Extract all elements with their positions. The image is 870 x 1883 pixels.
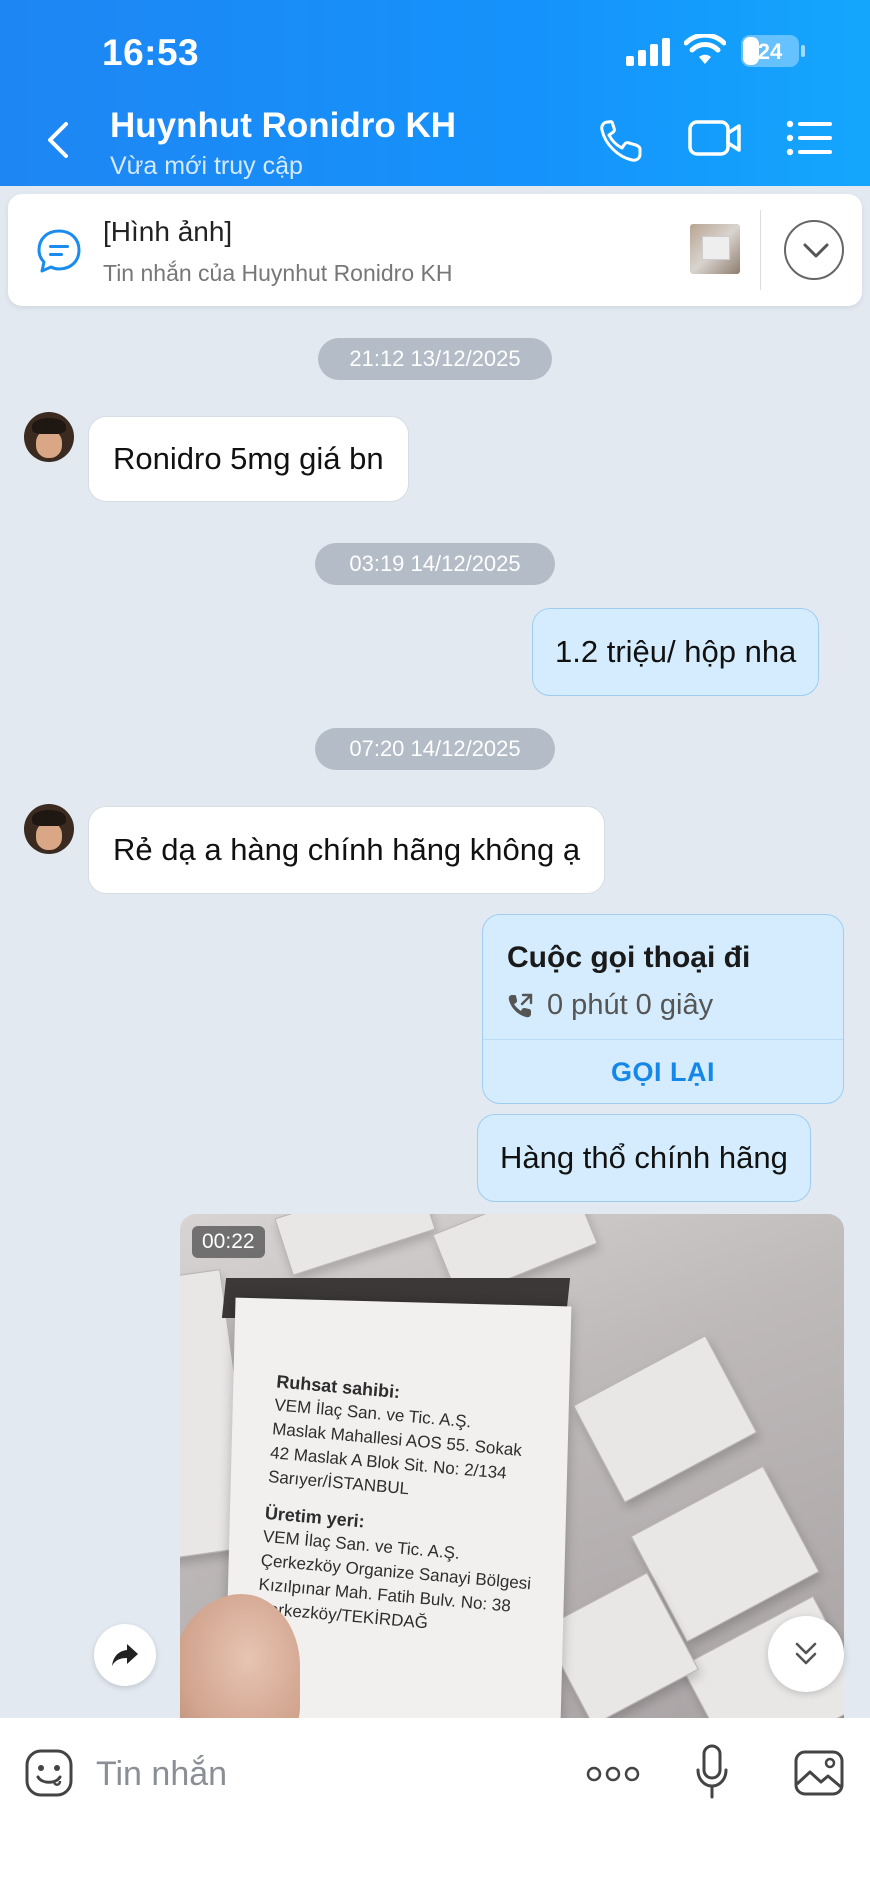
status-bar: 16:53 24 (0, 0, 870, 100)
outgoing-message[interactable]: Hàng thổ chính hãng (477, 1114, 811, 1202)
chat-header: 16:53 24 Huynhut Ronidro KH Vừa mới truy… (0, 0, 870, 186)
gallery-icon[interactable] (794, 1750, 844, 1796)
outgoing-call-icon (508, 993, 533, 1017)
video-frame-label: Ruhsat sahibi: VEM İlaç San. ve Tic. A.Ş… (255, 1371, 532, 1633)
avatar[interactable] (24, 412, 74, 462)
forward-icon (112, 1644, 138, 1666)
emoji-icon[interactable] (24, 1748, 74, 1798)
microphone-icon[interactable] (696, 1744, 728, 1800)
contact-status: Vừa mới truy cập (110, 152, 303, 180)
pinned-thumbnail[interactable] (690, 224, 740, 274)
message-input[interactable] (96, 1746, 556, 1802)
forward-button[interactable] (94, 1624, 156, 1686)
message-input-bar (0, 1718, 870, 1883)
chat-bubble-icon (37, 229, 81, 273)
date-separator: 07:20 14/12/2025 (315, 728, 555, 770)
call-back-button[interactable]: GỌI LẠI (483, 1039, 843, 1103)
signal-icon (626, 38, 670, 66)
double-chevron-down-icon (795, 1642, 817, 1665)
expand-button[interactable] (784, 220, 844, 280)
more-icon[interactable] (586, 1762, 640, 1786)
battery-level: 24 (758, 39, 783, 64)
battery-icon: 24 (741, 35, 805, 67)
call-card[interactable]: Cuộc gọi thoại đi 0 phút 0 giây GỌI LẠI (482, 914, 844, 1104)
scroll-to-bottom-button[interactable] (768, 1616, 844, 1692)
divider (760, 210, 761, 290)
pinned-title: [Hình ảnh] (103, 216, 233, 247)
menu-icon[interactable] (786, 118, 832, 158)
contact-name[interactable]: Huynhut Ronidro KH (110, 106, 456, 146)
avatar[interactable] (24, 804, 74, 854)
pinned-subtitle: Tin nhắn của Huynhut Ronidro KH (103, 260, 453, 286)
video-call-icon[interactable] (688, 118, 742, 158)
pinned-message[interactable]: [Hình ảnh] Tin nhắn của Huynhut Ronidro … (8, 194, 862, 306)
date-separator: 21:12 13/12/2025 (318, 338, 552, 380)
call-duration: 0 phút 0 giây (547, 989, 714, 1021)
video-message[interactable]: Ruhsat sahibi: VEM İlaç San. ve Tic. A.Ş… (180, 1214, 844, 1718)
video-frame-box (274, 1214, 436, 1276)
back-icon[interactable] (44, 120, 72, 160)
outgoing-message[interactable]: 1.2 triệu/ hộp nha (532, 608, 820, 696)
wifi-icon (684, 34, 726, 64)
incoming-message[interactable]: Rẻ dạ a hàng chính hãng không ạ (88, 806, 606, 894)
phone-icon[interactable] (598, 118, 644, 164)
call-duration-row: 0 phút 0 giây (507, 989, 713, 1022)
date-separator: 03:19 14/12/2025 (315, 543, 555, 585)
video-frame-box (572, 1335, 758, 1503)
incoming-message[interactable]: Ronidro 5mg giá bn (88, 416, 409, 502)
status-time: 16:53 (102, 32, 200, 73)
video-duration: 00:22 (192, 1226, 265, 1258)
chevron-down-icon (803, 243, 829, 258)
call-title: Cuộc gọi thoại đi (507, 941, 751, 974)
